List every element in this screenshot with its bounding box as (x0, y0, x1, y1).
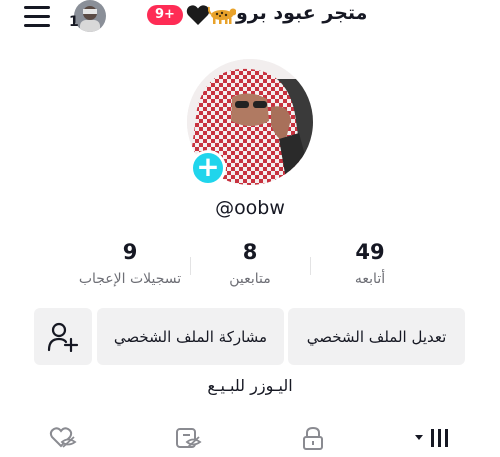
lock-icon[interactable] (299, 426, 327, 450)
black-heart-icon (186, 4, 210, 26)
profile-bio: اليـوزر للبـيـع (207, 376, 293, 395)
leopard-icon (207, 5, 237, 25)
edit-profile-button[interactable]: تعديل الملف الشخصي (288, 308, 465, 365)
videos-grid-icon[interactable] (414, 426, 448, 450)
following-label[interactable]: أتابعه (300, 271, 440, 287)
liked-hidden-icon[interactable] (49, 426, 77, 450)
username: @oobw (215, 197, 285, 219)
following-count[interactable]: 49 (310, 240, 430, 264)
account-switch-avatar[interactable] (74, 0, 106, 32)
page-title: متجر عبود برو (236, 2, 368, 24)
add-friend-button[interactable] (34, 308, 92, 365)
share-profile-button[interactable]: مشاركة الملف الشخصي (97, 308, 284, 365)
add-user-icon (47, 322, 79, 352)
followers-count[interactable]: 8 (190, 240, 310, 264)
stats-divider (310, 257, 311, 275)
notification-badge[interactable]: 9+ (147, 5, 183, 25)
hamburger-menu-icon[interactable] (24, 6, 50, 28)
add-avatar-button[interactable]: + (190, 150, 226, 186)
stats-divider (190, 257, 191, 275)
account-count: 1 (69, 14, 79, 30)
likes-count[interactable]: 9 (70, 240, 190, 264)
followers-label[interactable]: متابعين (180, 271, 320, 287)
likes-label[interactable]: تسجيلات الإعجاب (60, 271, 200, 287)
reposts-hidden-icon[interactable] (174, 426, 202, 450)
